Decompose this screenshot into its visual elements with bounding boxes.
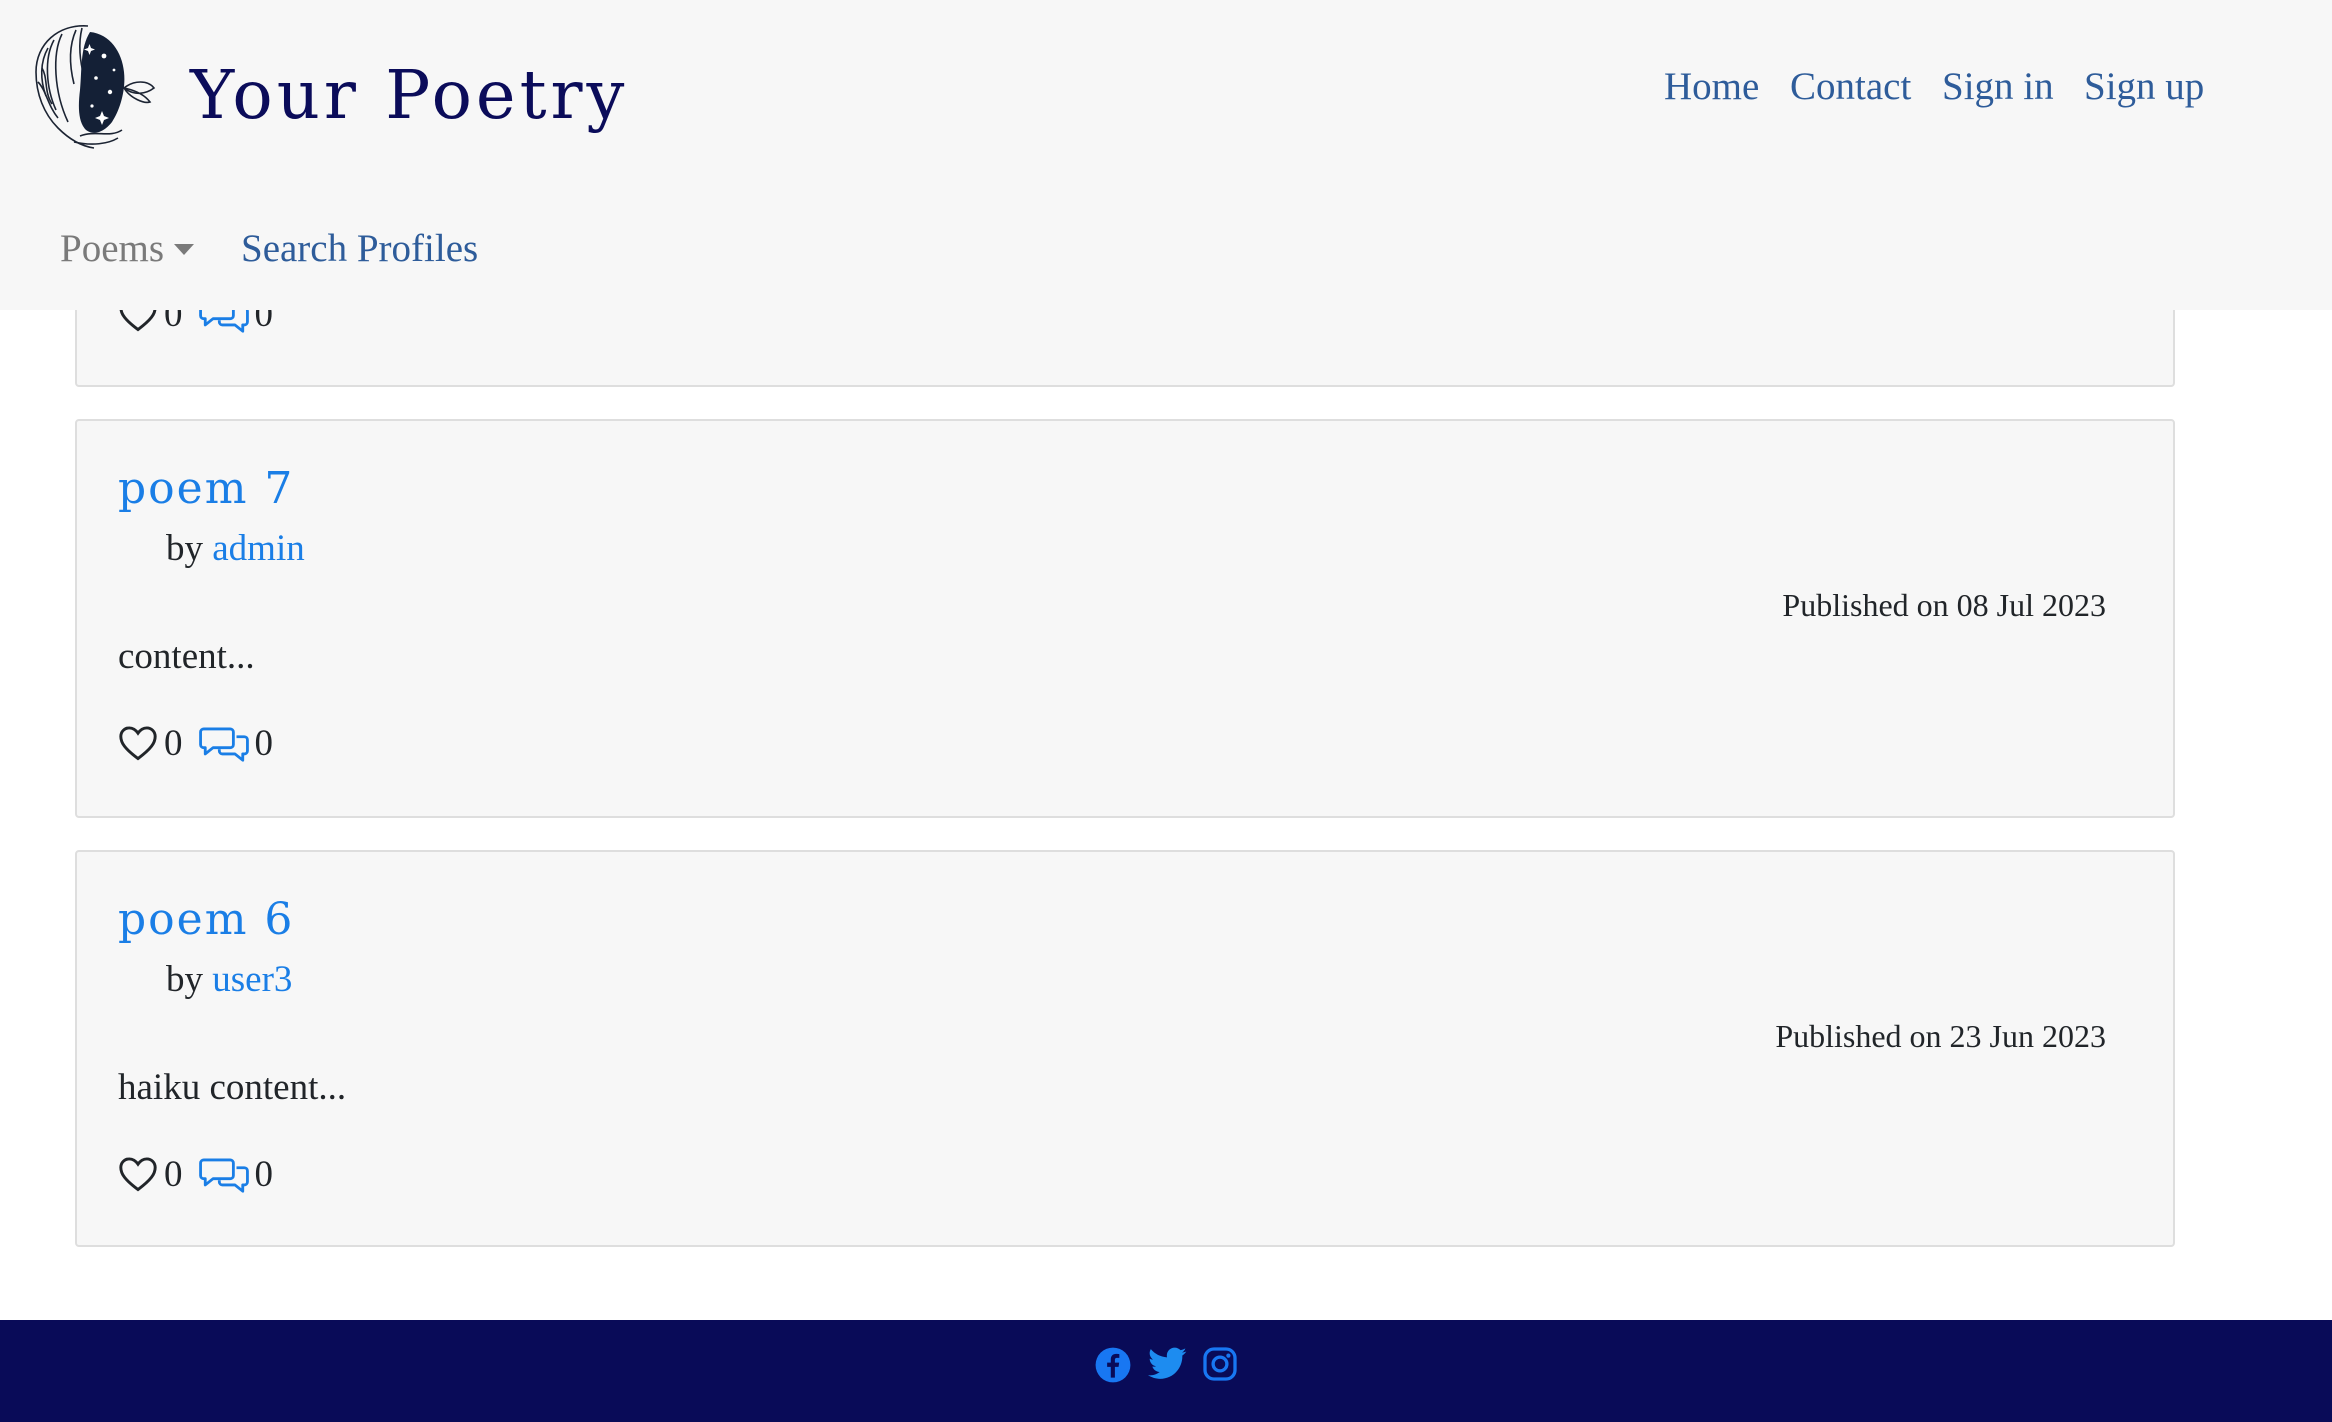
heart-icon[interactable] — [118, 1156, 158, 1192]
poem-title-link[interactable]: poem 7 — [118, 463, 294, 514]
published-date: Published on 23 Jun 2023 — [1775, 1018, 2106, 1054]
instagram-icon[interactable] — [1202, 1346, 1238, 1387]
comment-count: 0 — [254, 1153, 274, 1195]
author-link[interactable]: admin — [212, 528, 304, 569]
comments-icon[interactable] — [198, 724, 249, 762]
poem-card: poem 6 by user3 Published on 23 Jun 2023… — [75, 850, 2175, 1247]
comments-icon[interactable] — [198, 1155, 249, 1193]
published-date: Published on 08 Jul 2023 — [1782, 587, 2106, 623]
footer — [0, 1320, 2332, 1422]
poem-byline: by admin — [166, 527, 305, 570]
by-label: by — [166, 528, 203, 569]
heart-icon[interactable] — [118, 725, 158, 761]
nav-sign-in-link[interactable]: Sign in — [1942, 64, 2054, 109]
poems-dropdown-toggle[interactable]: Poems — [60, 226, 195, 271]
twitter-icon[interactable] — [1148, 1346, 1188, 1387]
author-link[interactable]: user3 — [212, 959, 292, 1000]
like-count: 0 — [164, 722, 183, 764]
top-navigation: Home Contact Sign in Sign up — [0, 64, 2332, 114]
nav-home-link[interactable]: Home — [1664, 64, 1759, 109]
poem-byline: by user3 — [166, 958, 292, 1001]
comment-count: 0 — [254, 722, 274, 764]
poem-title-link[interactable]: poem 6 — [118, 894, 294, 945]
poems-dropdown-label: Poems — [60, 227, 165, 270]
search-profiles-link[interactable]: Search Profiles — [241, 226, 478, 271]
poem-card: poem 7 by admin Published on 08 Jul 2023… — [75, 419, 2175, 818]
facebook-icon[interactable] — [1094, 1346, 1132, 1389]
nav-sign-up-link[interactable]: Sign up — [2084, 64, 2204, 109]
nav-contact-link[interactable]: Contact — [1790, 64, 1911, 109]
by-label: by — [166, 959, 203, 1000]
caret-down-icon — [174, 243, 195, 255]
poem-excerpt: haiku content... — [118, 1067, 347, 1108]
poem-stats: 0 0 — [118, 721, 273, 765]
like-count: 0 — [164, 1153, 183, 1195]
poem-stats: 0 0 — [118, 1152, 273, 1196]
poem-excerpt: content... — [118, 636, 255, 677]
navbar: Your Poetry Home Contact Sign in Sign up… — [0, 0, 2332, 310]
